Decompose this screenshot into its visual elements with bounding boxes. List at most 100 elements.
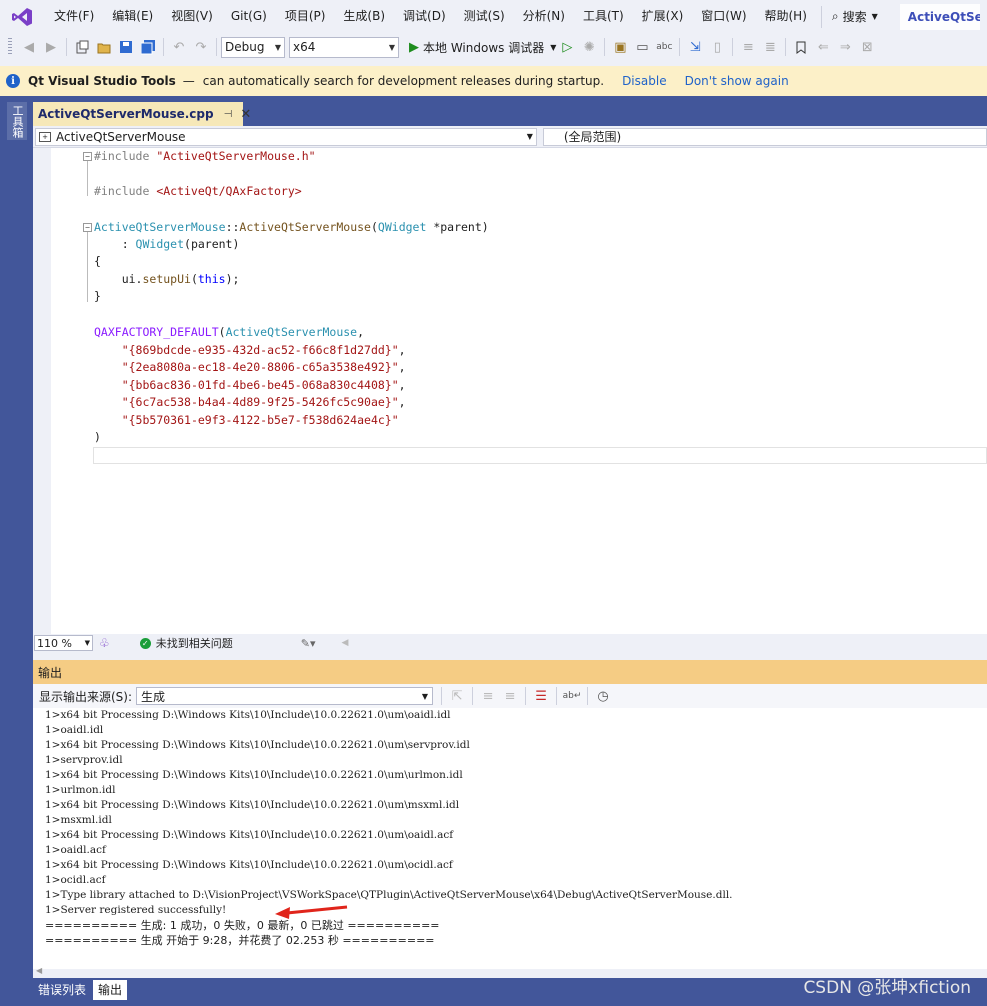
scroll-left-icon[interactable]: ◀: [36, 966, 42, 975]
clock-icon[interactable]: ◷: [593, 686, 613, 706]
menu-project[interactable]: 项目(P): [275, 0, 334, 33]
menu-view[interactable]: 视图(V): [161, 0, 221, 33]
scope-navigation-value: (全局范围): [563, 130, 622, 144]
bookmark-icon[interactable]: [791, 37, 811, 57]
next-bookmark-icon[interactable]: ⇒: [835, 37, 855, 57]
toolbar-grip[interactable]: [8, 38, 12, 56]
check-icon: ✓: [139, 637, 151, 649]
configuration-value: Debug: [225, 40, 265, 54]
class-navigation-select[interactable]: + ActiveQtServerMouse ▼: [35, 127, 537, 146]
navigate-back-icon[interactable]: ◀: [19, 37, 39, 57]
fold-toggle-icon[interactable]: −: [83, 223, 92, 232]
chevron-down-icon: ▼: [526, 132, 533, 141]
configuration-select[interactable]: Debug ▼: [221, 36, 285, 58]
output-line: 1>servprov.idl: [45, 754, 123, 766]
menu-tools[interactable]: 工具(T): [573, 0, 632, 33]
search-label: 搜索: [842, 10, 867, 24]
chevron-down-icon: ▼: [871, 12, 878, 21]
clear-bookmarks-icon[interactable]: ⊠: [857, 37, 877, 57]
code-line-8: QAXFACTORY_DEFAULT(ActiveQtServerMouse,: [94, 325, 365, 339]
output-line: 1>msxml.idl: [45, 814, 112, 826]
menu-build[interactable]: 生成(B): [333, 0, 393, 33]
chevron-down-icon: ▼: [421, 691, 429, 701]
output-line: 1>x64 bit Processing D:\Windows Kits\10\…: [45, 829, 454, 841]
menu-extensions[interactable]: 扩展(X): [632, 0, 692, 33]
output-line: 1>ocidl.acf: [45, 874, 106, 886]
code-line-3: ActiveQtServerMouse::ActiveQtServerMouse…: [94, 220, 489, 234]
uncomment-lines-icon[interactable]: ≣: [760, 37, 780, 57]
menu-analyze[interactable]: 分析(N): [513, 0, 573, 33]
chevron-down-icon: ▼: [274, 42, 281, 52]
new-project-icon[interactable]: [72, 37, 92, 57]
fold-toggle-icon[interactable]: −: [83, 152, 92, 161]
step-icon[interactable]: ⇲: [685, 37, 705, 57]
standard-toolbar: ◀ ▶ ↶ ↷ Debug ▼ x64 ▼ ▶ 本地 Windows 调试器 ▼…: [0, 33, 987, 61]
next-message-icon[interactable]: ≡: [500, 686, 520, 706]
menu-edit[interactable]: 编辑(E): [102, 0, 161, 33]
previous-bookmark-icon[interactable]: ⇐: [813, 37, 833, 57]
zoom-select[interactable]: 110 % ▼: [34, 635, 93, 651]
editor-status-strip: 110 % ▼ ♧ ✓ 未找到相关问题 ✎▾ ◀: [33, 634, 987, 652]
save-all-icon[interactable]: [138, 37, 158, 57]
hot-reload-icon[interactable]: ✺: [579, 37, 599, 57]
build-time-line: ========== 生成 开始于 9:28，并花费了 02.253 秒 ===…: [45, 934, 435, 947]
code-line-1: #include "ActiveQtServerMouse.h": [94, 149, 316, 163]
scope-navigation-select[interactable]: (全局范围): [542, 127, 987, 146]
toolbar-separator: [604, 38, 606, 56]
toolbar-separator: [441, 687, 443, 705]
menu-file[interactable]: 文件(F): [44, 0, 102, 33]
platform-select[interactable]: x64 ▼: [289, 36, 399, 58]
folder-search-icon[interactable]: ▣: [610, 37, 630, 57]
output-text-area[interactable]: 1>x64 bit Processing D:\Windows Kits\10\…: [33, 708, 987, 978]
start-without-debugging-icon[interactable]: ▷: [557, 37, 577, 57]
pin-icon[interactable]: ⊣: [224, 109, 233, 120]
search-menu[interactable]: ⌕ 搜索 ▼: [820, 5, 878, 28]
navigate-forward-icon[interactable]: ▶: [41, 37, 61, 57]
output-source-select[interactable]: 生成 ▼: [136, 687, 434, 705]
output-panel-header[interactable]: 输出: [33, 660, 987, 684]
open-folder-icon[interactable]: [94, 37, 114, 57]
info-icon: i: [6, 74, 20, 88]
start-debugging-button[interactable]: ▶ 本地 Windows 调试器 ▼: [409, 39, 556, 56]
solution-name-badge[interactable]: ActiveQtServerMouse: [899, 3, 980, 30]
go-to-location-icon[interactable]: ⇱: [447, 686, 467, 706]
info-bar-message: can automatically search for development…: [202, 74, 605, 88]
redo-icon[interactable]: ↷: [191, 37, 211, 57]
comment-lines-icon[interactable]: ≡: [738, 37, 758, 57]
menu-test[interactable]: 测试(S): [454, 0, 513, 33]
output-line: 1>oaidl.idl: [45, 724, 104, 736]
copilot-icon[interactable]: ♧: [99, 636, 110, 650]
window-layout-icon[interactable]: ▭: [632, 37, 652, 57]
document-tab-label: ActiveQtServerMouse.cpp: [38, 107, 214, 121]
watermark: CSDN @张坤xfiction: [803, 978, 971, 998]
code-editor[interactable]: − #include "ActiveQtServerMouse.h" #incl…: [33, 148, 987, 634]
clear-all-icon[interactable]: ☰: [531, 686, 551, 706]
previous-message-icon[interactable]: ≡: [478, 686, 498, 706]
document-tab[interactable]: ActiveQtServerMouse.cpp ⊣ ✕: [33, 102, 251, 126]
fold-guide: [87, 232, 88, 302]
undo-icon[interactable]: ↶: [169, 37, 189, 57]
class-icon: +: [39, 131, 51, 142]
toggle-panel-icon[interactable]: ▯: [707, 37, 727, 57]
output-line: 1>x64 bit Processing D:\Windows Kits\10\…: [45, 799, 460, 811]
tab-output[interactable]: 输出: [93, 980, 128, 1000]
tab-error-list[interactable]: 错误列表: [33, 980, 91, 1000]
menu-debug[interactable]: 调试(D): [393, 0, 454, 33]
scroll-left-icon[interactable]: ◀: [342, 638, 349, 648]
menu-help[interactable]: 帮助(H): [755, 0, 815, 33]
dont-show-again-link[interactable]: Don't show again: [685, 74, 789, 88]
code-cleanup-icon[interactable]: ✎▾: [301, 637, 316, 650]
output-source-value: 生成: [141, 689, 166, 704]
menu-window[interactable]: 窗口(W): [691, 0, 754, 33]
close-icon[interactable]: ✕: [240, 107, 251, 122]
toolbox-tab[interactable]: 工具箱: [7, 102, 27, 140]
red-arrow-annotation: [275, 905, 348, 919]
spell-check-icon[interactable]: abc: [654, 37, 674, 57]
issues-indicator[interactable]: ✓ 未找到相关问题: [139, 635, 233, 651]
play-icon: ▶: [409, 39, 419, 55]
menu-git[interactable]: Git(G): [221, 0, 275, 33]
output-line: 1>x64 bit Processing D:\Windows Kits\10\…: [45, 739, 470, 751]
word-wrap-icon[interactable]: ab↵: [562, 686, 582, 706]
disable-link[interactable]: Disable: [622, 74, 667, 88]
save-icon[interactable]: [116, 37, 136, 57]
